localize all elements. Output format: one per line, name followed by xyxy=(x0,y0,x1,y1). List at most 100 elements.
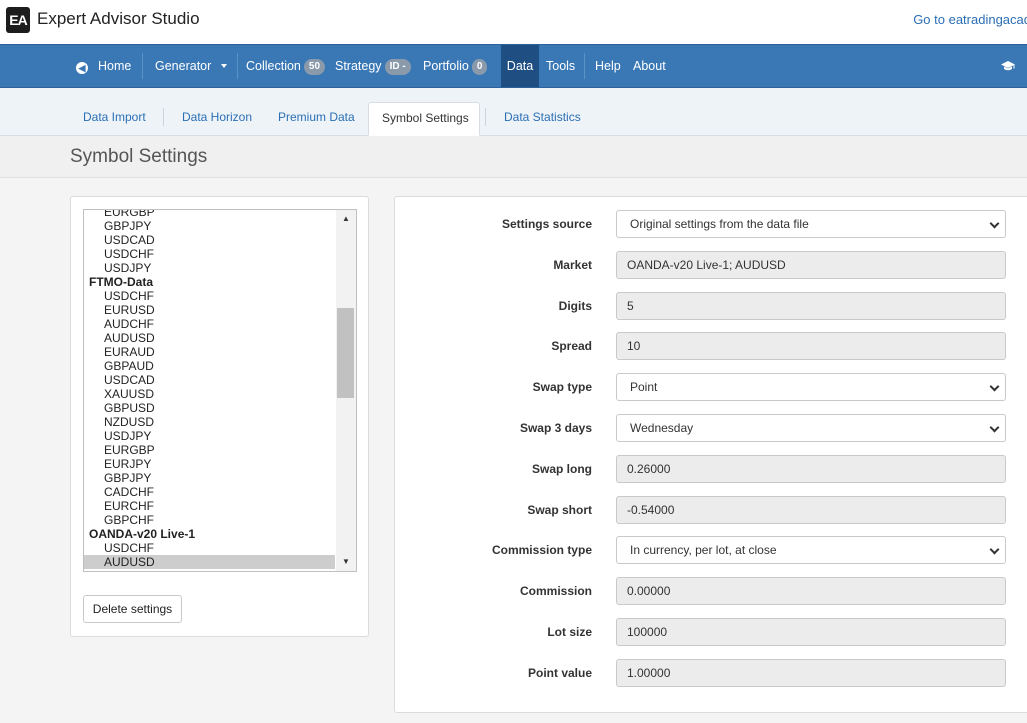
symbol-group-header[interactable]: OANDA-v20 Live-1 xyxy=(84,527,335,541)
chevron-down-icon xyxy=(989,218,1000,229)
setting-row-spread: Spread 10 xyxy=(395,332,1027,361)
setting-row-commission-type: Commission type In currency, per lot, at … xyxy=(395,536,1027,565)
symbol-list-item[interactable]: USDJPY xyxy=(84,261,335,275)
tab-data-statistics[interactable]: Data Statistics xyxy=(491,102,594,136)
listbox-scrollbar[interactable]: ▲ ▼ xyxy=(336,210,356,571)
symbol-listbox[interactable]: EURGBP GBPJPY USDCAD USDCHF USDJPY FTMO-Data U… xyxy=(83,209,357,572)
setting-label-swap-short: Swap short xyxy=(527,502,592,517)
symbol-list-item[interactable]: GBPCHF xyxy=(84,513,335,527)
data-tabs: Data Import Data Horizon Premium Data Sy… xyxy=(0,88,1027,136)
setting-label-swap-type: Swap type xyxy=(532,380,592,395)
tab-data-import[interactable]: Data Import xyxy=(70,102,159,136)
chevron-down-icon xyxy=(989,422,1000,433)
nav-data[interactable]: Data xyxy=(501,45,539,87)
external-site-link[interactable]: Go to eatradingacad xyxy=(913,12,1027,27)
swap-3-days-select[interactable]: Wednesday xyxy=(616,414,1006,442)
symbol-list-item[interactable]: EURUSD xyxy=(84,303,335,317)
symbol-list-item[interactable]: EURJPY xyxy=(84,457,335,471)
graduation-cap-icon[interactable] xyxy=(1001,60,1015,75)
caret-down-icon xyxy=(221,64,228,68)
nav-divider xyxy=(584,53,585,79)
digits-value: 5 xyxy=(627,298,634,313)
symbol-group-header[interactable]: FTMO-Data xyxy=(84,275,335,289)
symbol-list-item[interactable]: AUDCHF xyxy=(84,317,335,331)
point-value-value: 1.00000 xyxy=(627,665,671,680)
scroll-up-arrow-icon[interactable]: ▲ xyxy=(336,210,356,228)
symbol-list-item[interactable]: XAUUSD xyxy=(84,387,335,401)
nav-portfolio[interactable]: Portfolio 0 xyxy=(423,45,488,87)
symbol-list-item[interactable]: EURAUD xyxy=(84,345,335,359)
symbol-list-item[interactable]: USDCHF xyxy=(84,289,335,303)
nav-strategy-label: Strategy xyxy=(335,59,382,73)
setting-label-settings-source: Settings source xyxy=(501,217,592,231)
symbol-list-item[interactable]: GBPJPY xyxy=(84,219,335,233)
nav-generator[interactable]: Generator xyxy=(155,45,228,87)
nav-divider xyxy=(237,53,238,79)
symbol-list-item[interactable]: USDCAD xyxy=(84,373,335,387)
ea-logo-icon[interactable]: EA xyxy=(6,7,30,33)
symbol-list-item[interactable]: EURCHF xyxy=(84,499,335,513)
symbol-list-item[interactable]: AUDUSD xyxy=(84,555,335,569)
tab-divider xyxy=(163,108,164,126)
setting-label-lot-size: Lot size xyxy=(547,625,592,639)
lot-size-value: 100000 xyxy=(627,625,668,639)
spread-field[interactable]: 10 xyxy=(616,332,1006,361)
symbol-list-item[interactable]: GBPUSD xyxy=(84,401,335,415)
page-header: Symbol Settings xyxy=(0,136,1027,178)
scroll-down-arrow-icon[interactable]: ▼ xyxy=(336,553,356,571)
tab-divider xyxy=(485,108,486,126)
swap-long-value: 0.26000 xyxy=(627,461,671,476)
setting-label-spread: Spread xyxy=(551,339,592,354)
setting-row-swap-long: Swap long 0.26000 xyxy=(395,454,1027,483)
nav-home[interactable]: ◀ Home xyxy=(76,45,131,87)
setting-row-market: Market OANDA-v20 Live-1; AUDUSD xyxy=(395,250,1027,279)
portfolio-count-badge: 0 xyxy=(471,59,488,75)
digits-field[interactable]: 5 xyxy=(616,291,1006,320)
symbol-list-item[interactable]: USDCAD xyxy=(84,233,335,247)
swap-type-value: Point xyxy=(630,380,658,395)
symbol-list-item[interactable]: CADCHF xyxy=(84,485,335,499)
settings-source-select[interactable]: Original settings from the data file xyxy=(616,210,1006,238)
nav-help[interactable]: Help xyxy=(595,45,621,87)
settings-source-value: Original settings from the data file xyxy=(630,217,809,231)
swap-type-select[interactable]: Point xyxy=(616,373,1006,402)
app-title[interactable]: Expert Advisor Studio xyxy=(37,9,200,29)
symbol-list-item[interactable]: USDCHF xyxy=(84,541,335,555)
commission-type-select[interactable]: In currency, per lot, at close xyxy=(616,536,1006,565)
setting-row-swap-type: Swap type Point xyxy=(395,373,1027,402)
page-title: Symbol Settings xyxy=(70,146,208,167)
swap-3-days-value: Wednesday xyxy=(630,421,694,435)
setting-label-digits: Digits xyxy=(558,298,592,313)
symbol-list-item[interactable]: AUDUSD xyxy=(84,331,335,345)
lot-size-field[interactable]: 100000 xyxy=(616,618,1006,646)
swap-short-field[interactable]: -0.54000 xyxy=(616,495,1006,524)
commission-value: 0.00000 xyxy=(627,584,671,599)
symbol-list-item[interactable]: USDCHF xyxy=(84,247,335,261)
setting-row-commission: Commission 0.00000 xyxy=(395,577,1027,606)
tab-premium-data[interactable]: Premium Data xyxy=(265,102,368,136)
delete-settings-button[interactable]: Delete settings xyxy=(83,595,182,623)
nav-collection[interactable]: Collection 50 xyxy=(246,45,326,87)
nav-generator-label: Generator xyxy=(155,59,212,73)
point-value-field[interactable]: 1.00000 xyxy=(616,658,1006,687)
nav-tools[interactable]: Tools xyxy=(546,45,575,87)
nav-strategy[interactable]: Strategy ID - xyxy=(335,45,411,87)
symbol-list-item[interactable]: USDJPY xyxy=(84,429,335,443)
chevron-down-icon xyxy=(989,544,1000,555)
symbol-list-item[interactable]: NZDUSD xyxy=(84,415,335,429)
tab-data-horizon[interactable]: Data Horizon xyxy=(169,102,265,136)
collection-count-badge: 50 xyxy=(303,59,326,75)
symbol-list-item[interactable]: EURGBP xyxy=(84,443,335,457)
tab-symbol-settings[interactable]: Symbol Settings xyxy=(368,102,480,136)
nav-collection-label: Collection xyxy=(246,59,301,73)
symbol-list-item[interactable]: EURGBP xyxy=(84,210,335,219)
market-field[interactable]: OANDA-v20 Live-1; AUDUSD xyxy=(616,250,1006,279)
swap-long-field[interactable]: 0.26000 xyxy=(616,454,1006,483)
swap-short-value: -0.54000 xyxy=(627,502,675,517)
symbol-list-item[interactable]: GBPAUD xyxy=(84,359,335,373)
scrollbar-thumb[interactable] xyxy=(337,308,354,398)
chevron-down-icon xyxy=(989,381,1000,392)
symbol-list-item[interactable]: GBPJPY xyxy=(84,471,335,485)
nav-about[interactable]: About xyxy=(633,45,666,87)
commission-field[interactable]: 0.00000 xyxy=(616,577,1006,606)
